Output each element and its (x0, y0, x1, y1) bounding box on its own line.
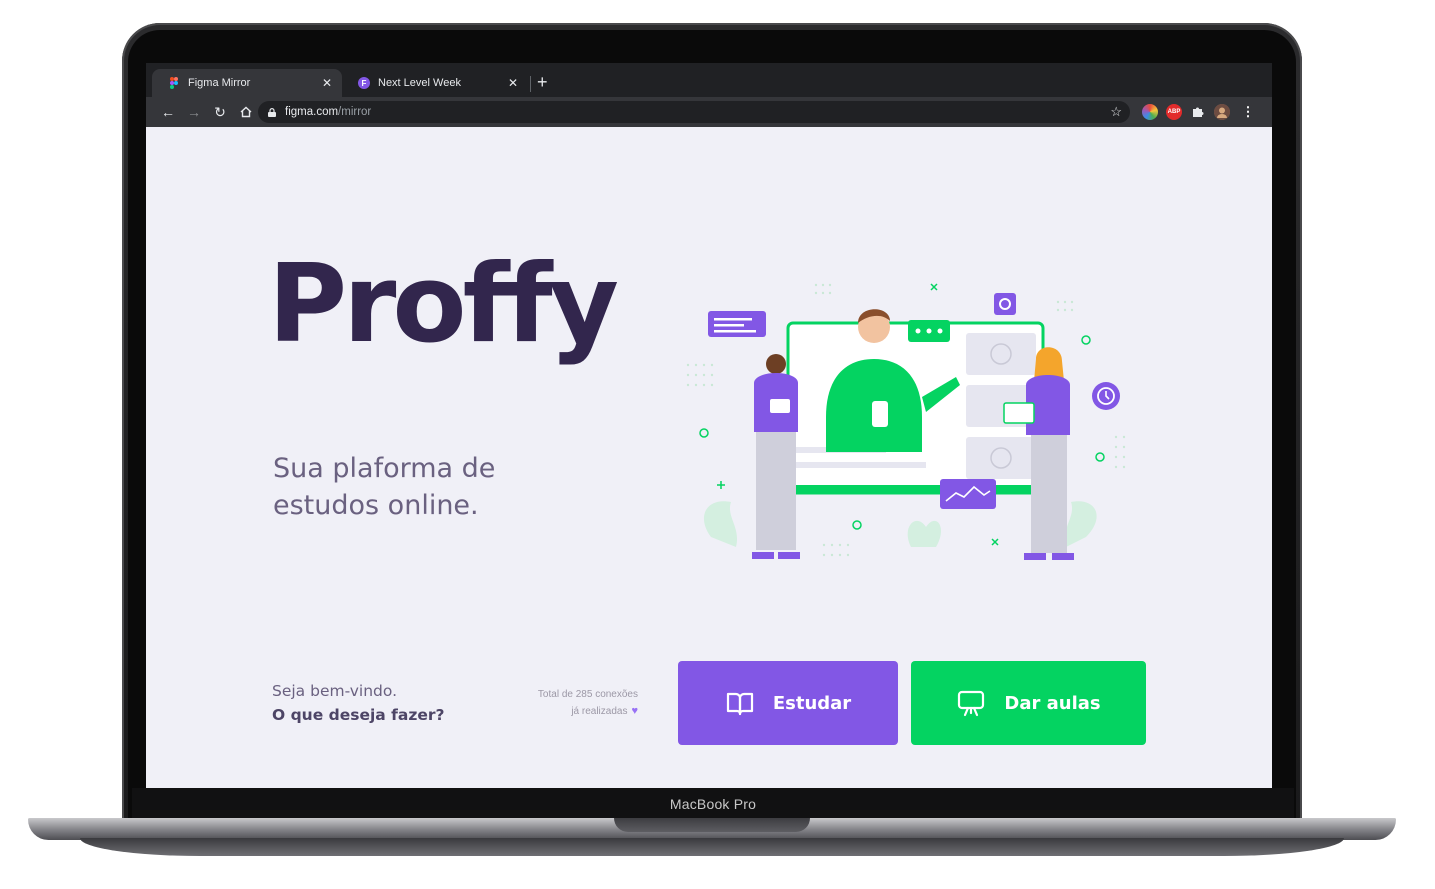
figma-icon (168, 77, 180, 89)
teach-button[interactable]: Dar aulas (911, 661, 1146, 745)
browser-window: Figma Mirror ✕ F Next Level Week ✕ + ← →… (146, 63, 1272, 789)
color-wheel-icon[interactable] (1142, 104, 1158, 120)
teach-button-label: Dar aulas (1004, 692, 1101, 714)
book-icon (726, 692, 753, 716)
tab-bar: Figma Mirror ✕ F Next Level Week ✕ + (146, 63, 1272, 97)
puzzle-icon[interactable] (1190, 104, 1206, 120)
online-class-illustration (686, 283, 1126, 560)
study-button-label: Estudar (772, 692, 852, 714)
welcome-line: Seja bem-vindo. (272, 682, 398, 700)
tab-divider (530, 76, 531, 92)
landing-page: Proffy Sua plaforma de estudos online. S… (146, 127, 1272, 789)
close-icon[interactable]: ✕ (508, 76, 518, 90)
laptop-notch (614, 818, 810, 832)
browser-toolbar: ← → ↻ figma.com/mirror ☆ ABP ⋮ (146, 97, 1272, 127)
address-bar[interactable]: figma.com/mirror ☆ (258, 101, 1130, 123)
device-label: MacBook Pro (132, 788, 1294, 820)
menu-icon[interactable]: ⋮ (1240, 104, 1256, 120)
tab-label: Figma Mirror (188, 77, 251, 89)
new-tab-button[interactable]: + (537, 70, 548, 94)
study-button[interactable]: Estudar (678, 661, 898, 745)
adblock-icon[interactable]: ABP (1166, 104, 1182, 120)
url-host: figma.com (285, 106, 339, 118)
welcome-text: Seja bem-vindo. O que deseja fazer? (272, 679, 445, 727)
home-icon[interactable] (234, 100, 258, 124)
welcome-question: O que deseja fazer? (272, 706, 445, 724)
presentation-icon (958, 690, 985, 717)
tab-next-level-week[interactable]: F Next Level Week ✕ (342, 69, 528, 97)
reload-icon[interactable]: ↻ (208, 100, 232, 124)
profile-avatar[interactable] (1214, 104, 1230, 120)
laptop-base-edge (80, 838, 1344, 856)
url-path: /mirror (338, 106, 372, 118)
total-connections: Total de 285 conexões já realizadas ♥ (486, 687, 638, 720)
star-icon[interactable]: ☆ (1110, 104, 1122, 120)
page-subtitle: Sua plaforma de estudos online. (273, 453, 496, 521)
tab-figma-mirror[interactable]: Figma Mirror ✕ (152, 69, 342, 97)
page-title: Proffy (268, 242, 619, 367)
connections-suffix: já realizadas (571, 706, 628, 717)
back-arrow-icon[interactable]: ← (156, 100, 180, 124)
purple-f-icon: F (358, 77, 370, 89)
forward-arrow-icon[interactable]: → (182, 100, 206, 124)
lock-icon (268, 107, 276, 117)
heart-icon: ♥ (631, 705, 638, 717)
tab-label: Next Level Week (378, 77, 461, 89)
connections-count: Total de 285 conexões (537, 689, 638, 700)
close-icon[interactable]: ✕ (322, 76, 332, 90)
